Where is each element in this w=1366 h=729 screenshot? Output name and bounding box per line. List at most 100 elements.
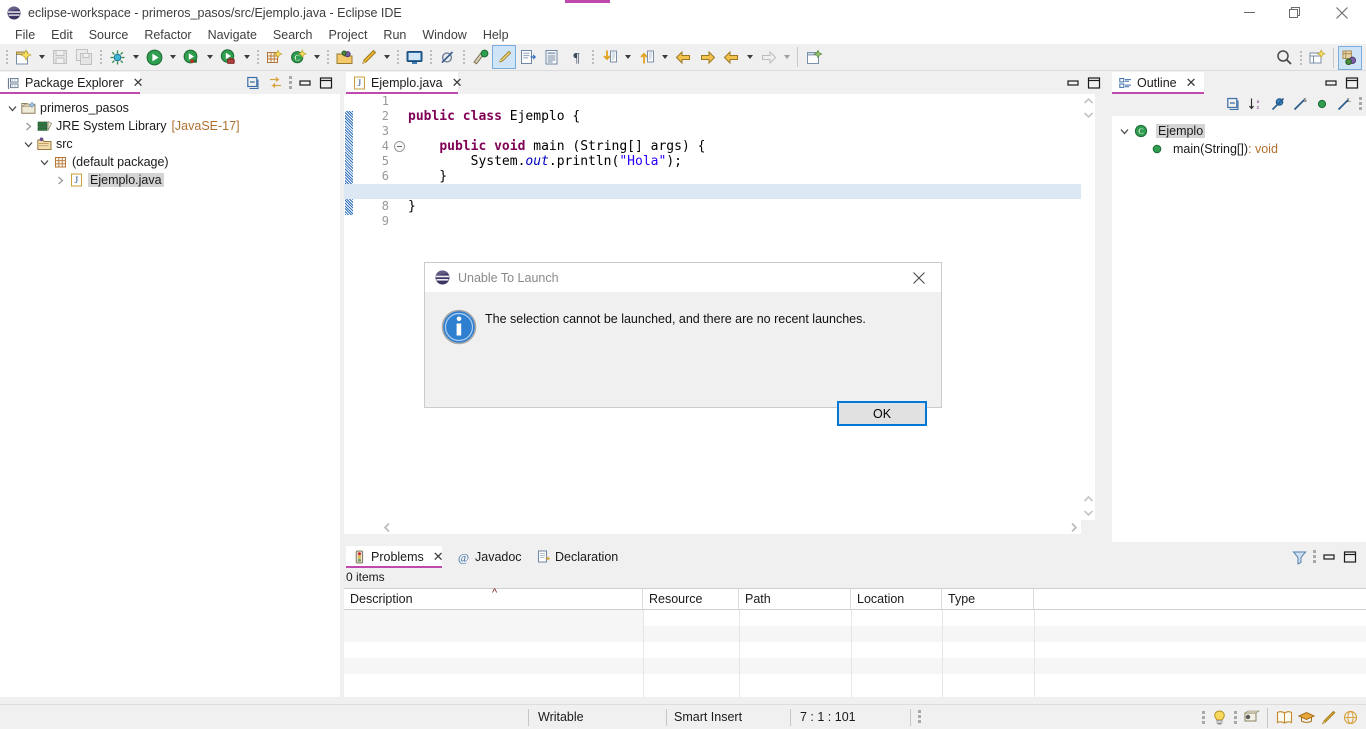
new-editor-button[interactable] [802, 45, 826, 69]
minimize-button[interactable] [1321, 73, 1341, 93]
scroll-thumb-bottom-icon[interactable] [1081, 492, 1095, 506]
minimize-button[interactable] [295, 73, 315, 93]
help-contents-button[interactable] [1274, 708, 1294, 728]
menu-run[interactable]: Run [375, 25, 414, 44]
hide-fields-button[interactable] [1268, 94, 1288, 114]
skip-all-breakpoints-button[interactable] [435, 45, 459, 69]
table-row[interactable] [344, 610, 643, 626]
save-all-button[interactable] [72, 45, 96, 69]
chevron-right-icon[interactable] [52, 176, 68, 185]
toolbar-grip[interactable] [2, 45, 11, 69]
close-icon[interactable]: ✕ [452, 75, 463, 91]
tree-item-ejemplo-java[interactable]: J Ejemplo.java [0, 171, 340, 189]
column-header-type[interactable]: Type [942, 589, 1034, 609]
maximize-button[interactable] [316, 73, 336, 93]
chevron-down-icon[interactable] [4, 104, 20, 113]
filters-button[interactable] [1289, 547, 1309, 567]
column-header-extra[interactable] [1034, 589, 1366, 609]
collapse-all-button[interactable] [244, 73, 264, 93]
toolbar-grip-5[interactable] [393, 45, 402, 69]
scroll-thumb-top-icon[interactable] [1081, 108, 1095, 122]
toolbar-grip-6[interactable] [426, 45, 435, 69]
tree-item-primeros-pasos[interactable]: primeros_pasos [0, 99, 340, 117]
sort-az-button[interactable]: a z [1246, 94, 1266, 114]
close-window-button[interactable] [1318, 0, 1366, 25]
status-grip-2[interactable] [1199, 709, 1207, 727]
link-with-editor-button[interactable] [265, 73, 285, 93]
ok-button[interactable]: OK [837, 401, 927, 426]
search-button[interactable] [356, 45, 380, 69]
run-button[interactable] [142, 45, 166, 69]
search-dropdown[interactable] [380, 45, 393, 69]
close-icon[interactable]: ✕ [1186, 75, 1197, 91]
tab-problems[interactable]: Problems ✕ [346, 546, 444, 568]
new-java-class-dropdown[interactable] [310, 45, 323, 69]
column-header-location[interactable]: Location [851, 589, 942, 609]
editor-horizontal-scrollbar[interactable] [344, 520, 1081, 534]
minimize-button[interactable] [1063, 73, 1083, 93]
problems-table-body[interactable] [344, 610, 1366, 697]
menu-window[interactable]: Window [414, 25, 474, 44]
toggle-mark-occurrences-button[interactable] [468, 45, 492, 69]
tutorials-button[interactable] [1296, 708, 1316, 728]
menu-edit[interactable]: Edit [43, 25, 81, 44]
outline-item-ejemplo[interactable]: C Ejemplo [1112, 122, 1366, 140]
quick-access-search-button[interactable] [1272, 46, 1296, 70]
tab-package-explorer[interactable]: Package Explorer ✕ [0, 72, 144, 94]
tree-item-default-package[interactable]: (default package) [0, 153, 340, 171]
menu-search[interactable]: Search [265, 25, 321, 44]
show-whitespace-button[interactable] [516, 45, 540, 69]
chevron-right-icon[interactable] [20, 122, 36, 131]
menu-file[interactable]: File [7, 25, 43, 44]
open-type-button[interactable] [332, 45, 356, 69]
tip-of-the-day-button[interactable] [1209, 708, 1229, 728]
new-wizard-dropdown[interactable] [35, 45, 48, 69]
debug-button[interactable] [105, 45, 129, 69]
save-button[interactable] [48, 45, 72, 69]
web-resources-button[interactable] [1340, 708, 1360, 728]
scroll-left-icon[interactable] [380, 520, 394, 534]
show-key-assist-button[interactable] [1241, 708, 1261, 728]
close-icon[interactable]: ✕ [433, 549, 444, 565]
dialog-close-button[interactable] [897, 263, 941, 293]
hide-local-types-button[interactable]: L [1334, 94, 1354, 114]
hide-non-public-button[interactable] [1312, 94, 1332, 114]
table-row[interactable] [344, 674, 1366, 690]
maximize-button[interactable] [1342, 73, 1362, 93]
next-annotation-button[interactable] [597, 45, 621, 69]
column-header-resource[interactable]: Resource [643, 589, 739, 609]
scroll-up-icon[interactable] [1081, 94, 1095, 108]
coverage-button[interactable] [179, 45, 203, 69]
menu-source[interactable]: Source [81, 25, 137, 44]
previous-annotation-button[interactable] [634, 45, 658, 69]
table-row[interactable] [344, 658, 1366, 674]
close-icon[interactable]: ✕ [133, 75, 144, 91]
menu-project[interactable]: Project [321, 25, 376, 44]
minimize-button[interactable] [1319, 547, 1339, 567]
column-header-path[interactable]: Path [739, 589, 851, 609]
editor-vertical-scrollbar[interactable] [1081, 94, 1095, 520]
unable-to-launch-dialog[interactable]: Unable To Launch The selection cannot be… [424, 262, 942, 426]
table-row[interactable] [344, 642, 1366, 658]
chevron-down-icon[interactable] [36, 158, 52, 167]
scroll-right-icon[interactable] [1067, 520, 1081, 534]
toolbar-grip-9[interactable] [1296, 46, 1305, 70]
menu-refactor[interactable]: Refactor [136, 25, 199, 44]
coverage-dropdown[interactable] [203, 45, 216, 69]
toolbar-grip-2[interactable] [96, 45, 105, 69]
toolbar-grip-8[interactable] [588, 45, 597, 69]
show-whitespace-characters-button[interactable]: ¶ [564, 45, 588, 69]
new-java-class-button[interactable]: C [286, 45, 310, 69]
tips-and-tricks-button[interactable] [1318, 708, 1338, 728]
status-grip-3[interactable] [1231, 709, 1239, 727]
tab-ejemplo-java[interactable]: J Ejemplo.java ✕ [346, 72, 462, 94]
external-tools-dropdown[interactable] [240, 45, 253, 69]
menu-navigate[interactable]: Navigate [200, 25, 265, 44]
status-grip[interactable] [915, 708, 923, 726]
maximize-button[interactable] [1340, 547, 1360, 567]
display-console-button[interactable] [402, 45, 426, 69]
toolbar-grip-3[interactable] [253, 45, 262, 69]
next-edit-location-button[interactable] [695, 45, 719, 69]
run-dropdown[interactable] [166, 45, 179, 69]
forward-dropdown[interactable] [780, 45, 793, 69]
